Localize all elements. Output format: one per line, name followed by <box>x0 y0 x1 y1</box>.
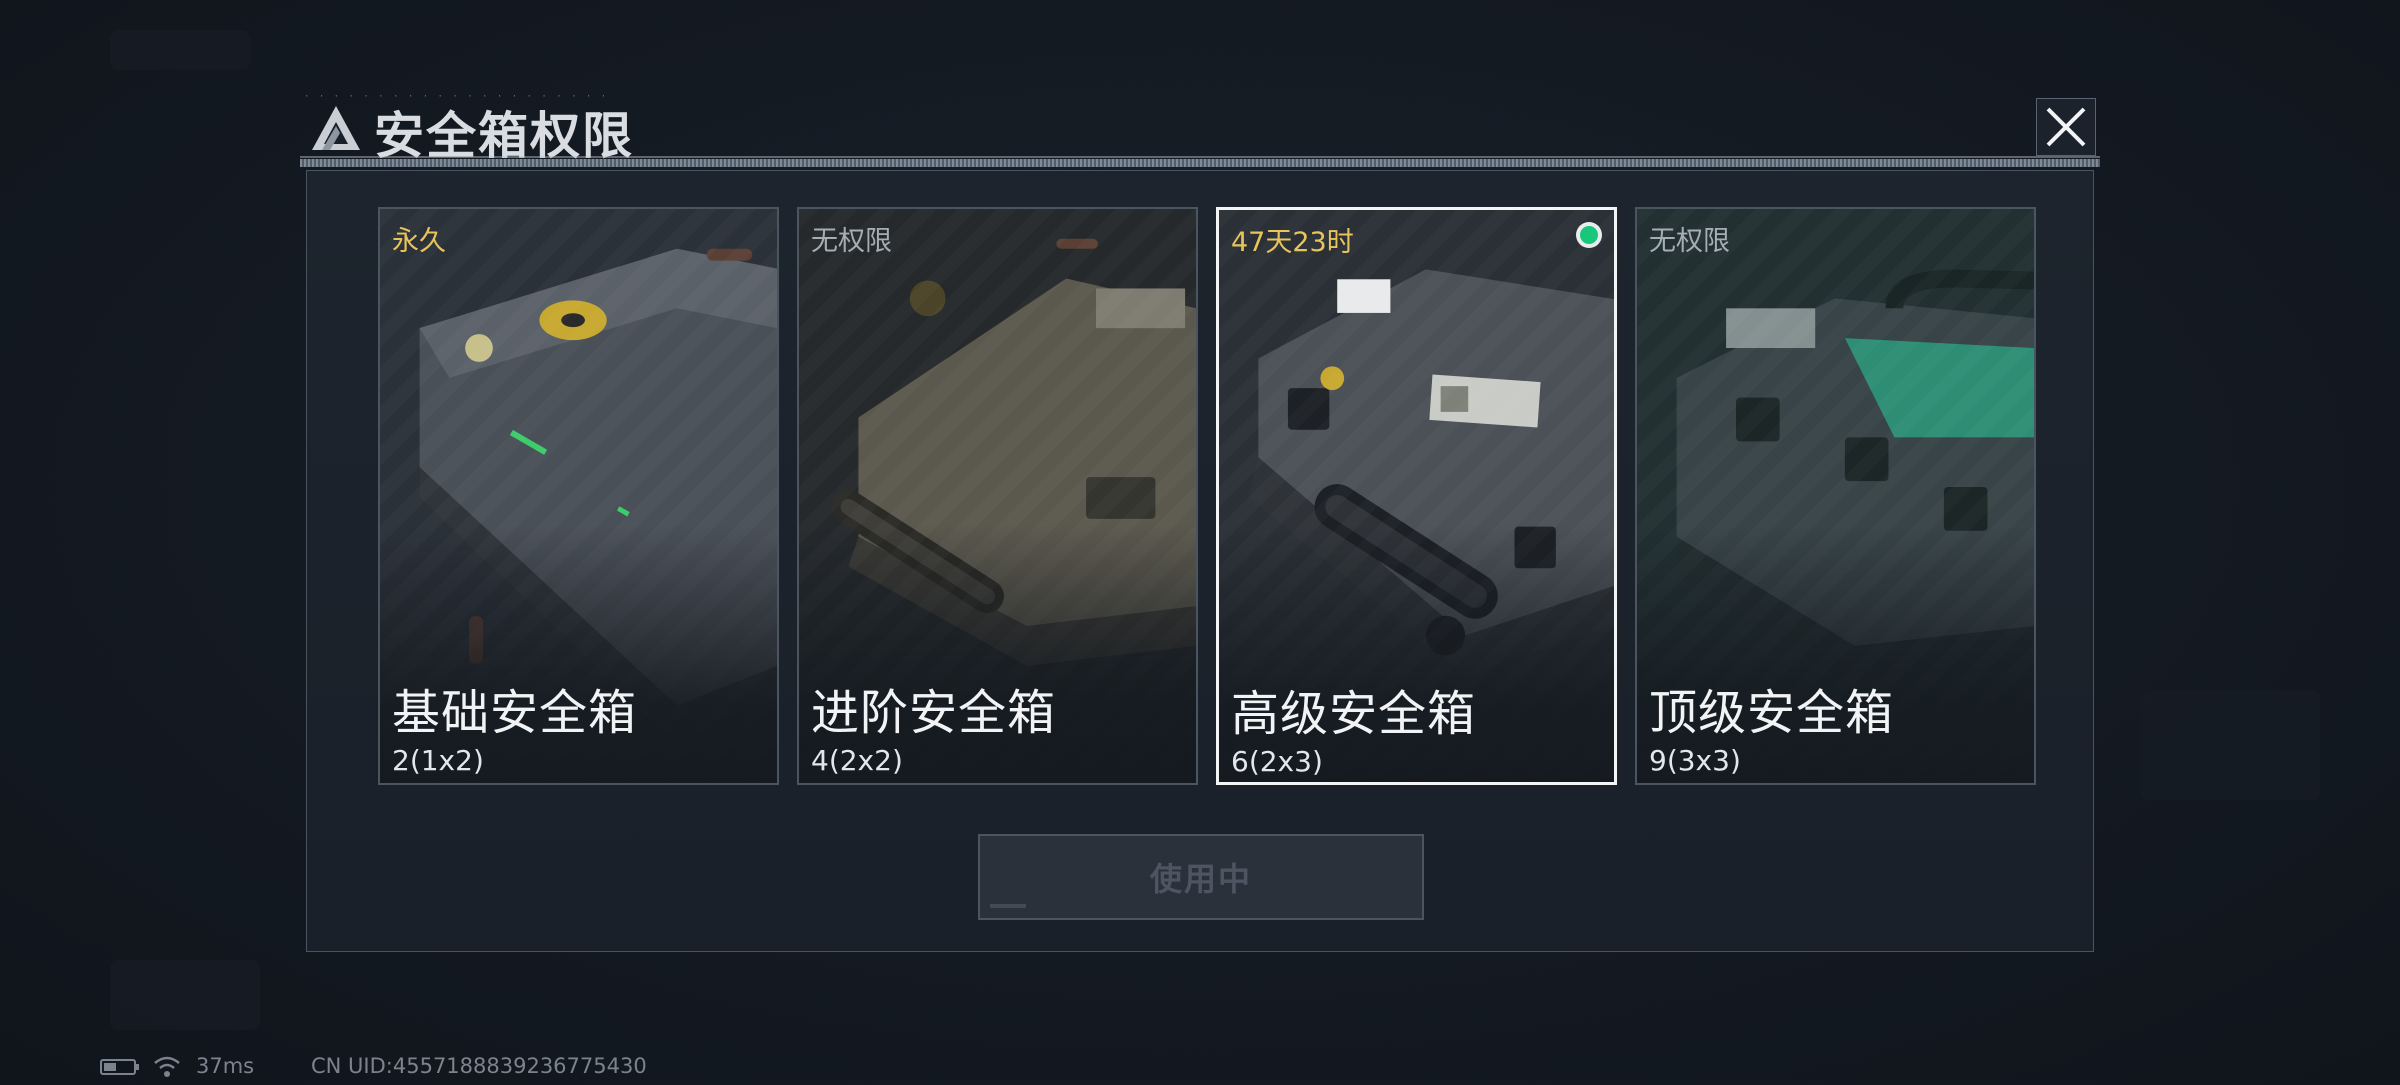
card-name: 高级安全箱 <box>1231 686 1477 742</box>
close-button[interactable] <box>2036 98 2096 156</box>
card-name: 基础安全箱 <box>392 685 638 741</box>
battery-icon <box>100 1057 140 1082</box>
dialog-header: · · · · · · · · · · · · · · · · · · · · … <box>300 92 2100 170</box>
user-uid: CN UID:4557188839236775430 <box>311 1054 647 1078</box>
header-divider <box>300 159 2100 167</box>
card-status: 无权限 <box>811 226 892 257</box>
background-shape <box>2140 690 2320 800</box>
card-status: 47天23时 <box>1231 227 1354 258</box>
header-glow-line <box>300 156 2100 158</box>
card-name: 顶级安全箱 <box>1649 685 1895 741</box>
card-name: 进阶安全箱 <box>811 685 1057 741</box>
safe-box-card-top[interactable]: 无权限 顶级安全箱 9(3x3) <box>1635 207 2036 785</box>
card-status: 无权限 <box>1649 226 1730 257</box>
safe-box-card-basic[interactable]: 永久 基础安全箱 2(1x2) <box>378 207 779 785</box>
card-size: 2(1x2) <box>392 744 484 777</box>
safe-box-card-premium[interactable]: 47天23时 高级安全箱 6(2x3) <box>1216 207 1617 785</box>
in-use-button-label: 使用中 <box>1149 860 1252 898</box>
card-size: 4(2x2) <box>811 744 903 777</box>
close-icon <box>2046 107 2086 147</box>
background-shape <box>110 960 260 1030</box>
safe-box-card-advanced[interactable]: 无权限 进阶安全箱 4(2x2) <box>797 207 1198 785</box>
triangle-logo-icon <box>312 106 360 150</box>
active-indicator-icon <box>1576 222 1602 248</box>
card-size: 9(3x3) <box>1649 744 1741 777</box>
card-status: 永久 <box>392 226 446 257</box>
button-decoration <box>990 904 1026 908</box>
background-shape <box>110 30 250 70</box>
wifi-icon <box>152 1054 182 1085</box>
in-use-button[interactable]: 使用中 <box>978 834 1424 920</box>
ping-text: 37ms <box>196 1054 255 1078</box>
card-size: 6(2x3) <box>1231 745 1323 778</box>
